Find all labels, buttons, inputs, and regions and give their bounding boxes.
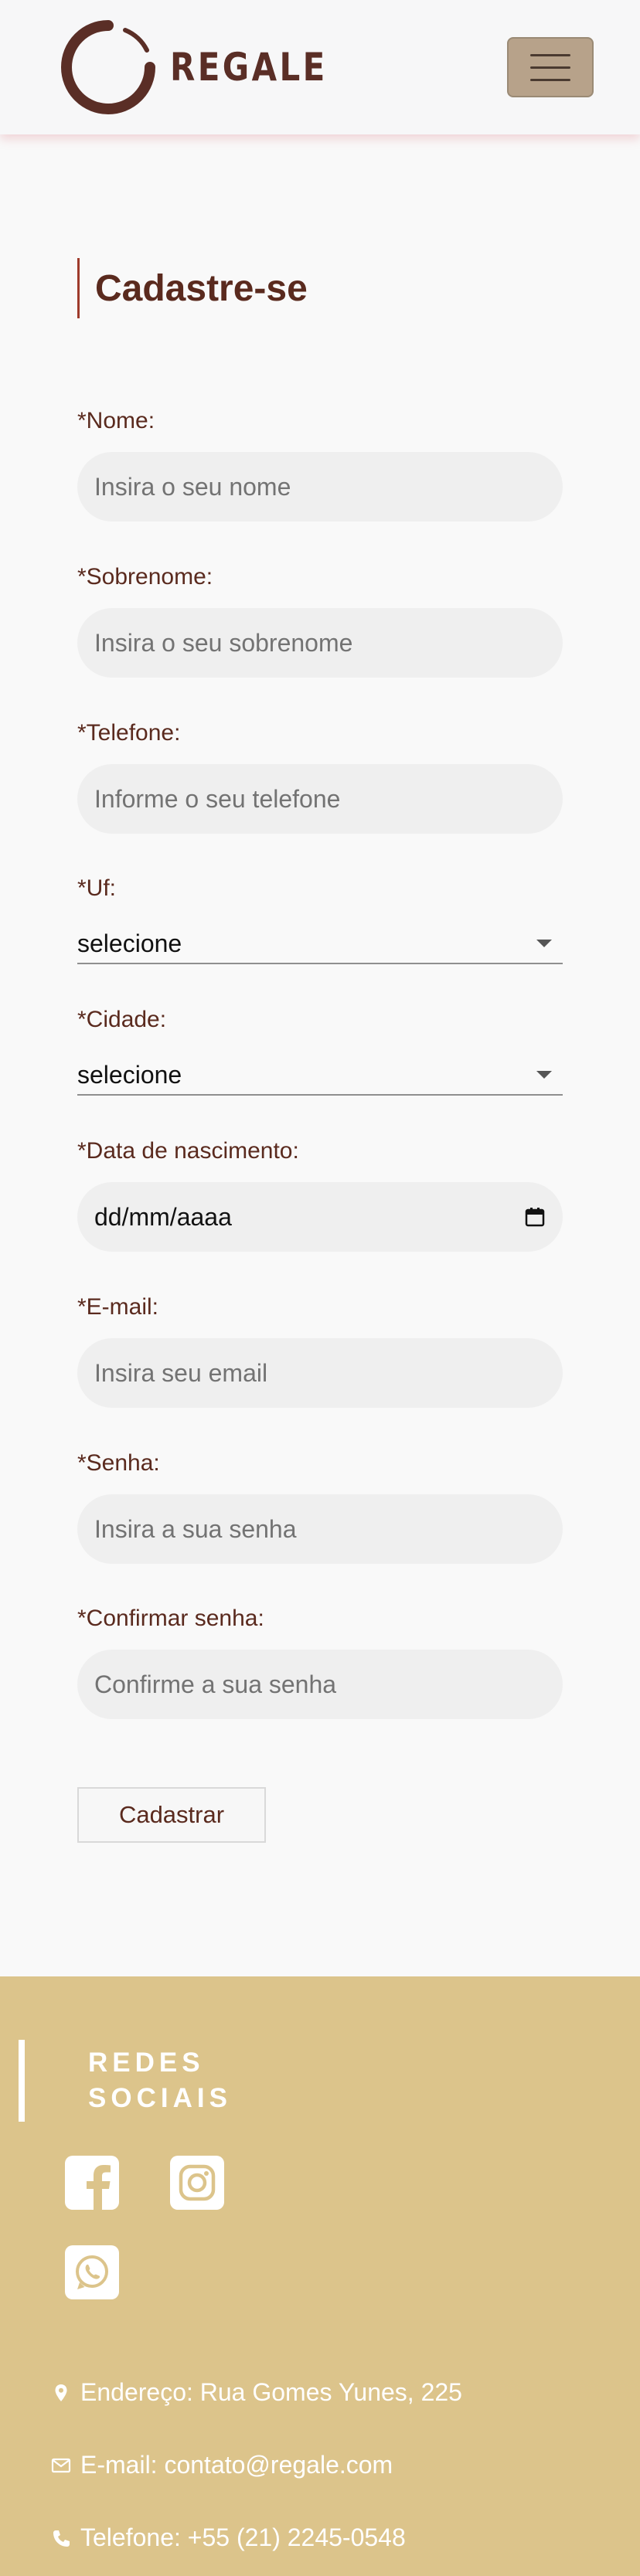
site-footer: REDES SOCIAIS Endereço: Rua Gomes Yunes,… [0,1976,640,2576]
regale-logo-icon [61,20,155,114]
chevron-down-icon [536,940,552,947]
phone-icon [53,2530,70,2547]
chevron-down-icon [536,1071,552,1079]
uf-select-value: selecione [77,929,182,957]
cidade-select-value: selecione [77,1060,182,1089]
whatsapp-icon [65,2245,119,2299]
cidade-label: *Cidade: [77,1007,167,1032]
hamburger-menu-icon [530,53,570,56]
whatsapp-link[interactable] [65,2245,119,2299]
nascimento-date-value: dd/mm/aaaa [94,1202,232,1231]
social-title-block: REDES SOCIAIS [19,2040,266,2122]
uf-select[interactable]: selecione [77,924,563,964]
nome-label: *Nome: [77,408,155,433]
confirmar-senha-label: *Confirmar senha: [77,1606,264,1631]
telefone-label: *Telefone: [77,720,181,746]
email-label: *E-mail: [77,1294,159,1320]
facebook-link[interactable] [65,2156,119,2210]
telefone-input[interactable] [77,764,563,834]
hamburger-menu-icon [530,78,570,81]
cidade-select[interactable]: selecione [77,1055,563,1096]
instagram-link[interactable] [170,2156,224,2210]
phone-text: Telefone: +55 (21) 2245-0548 [80,2523,406,2551]
hamburger-menu-icon [530,66,570,69]
sobrenome-input[interactable] [77,608,563,678]
nascimento-date-input[interactable]: dd/mm/aaaa [77,1182,563,1252]
contact-address: Endereço: Rua Gomes Yunes, 225 [51,2378,462,2407]
senha-input[interactable] [77,1494,563,1564]
nome-input[interactable] [77,452,563,522]
facebook-icon [65,2156,119,2210]
page-title-block: Cadastre-se [77,258,308,318]
cadastrar-button[interactable]: Cadastrar [77,1787,266,1843]
site-header: REGALE [0,0,640,134]
address-text: Endereço: Rua Gomes Yunes, 225 [80,2378,462,2406]
confirmar-senha-input[interactable] [77,1650,563,1719]
page-title: Cadastre-se [95,267,308,309]
email-text: E-mail: contato@regale.com [80,2451,393,2479]
uf-label: *Uf: [77,875,117,901]
contact-email[interactable]: E-mail: contato@regale.com [51,2451,393,2479]
calendar-icon[interactable] [524,1206,546,1228]
brand[interactable]: REGALE [60,19,357,116]
menu-toggle-button[interactable] [507,37,594,97]
sobrenome-label: *Sobrenome: [77,564,213,590]
social-title: REDES SOCIAIS [88,2048,232,2113]
instagram-icon [170,2156,224,2210]
email-input[interactable] [77,1338,563,1408]
senha-label: *Senha: [77,1450,160,1476]
location-pin-icon [55,2384,67,2401]
mail-icon [51,2458,71,2472]
contact-phone[interactable]: Telefone: +55 (21) 2245-0548 [51,2523,406,2552]
nascimento-label: *Data de nascimento: [77,1138,299,1164]
brand-name: REGALE [170,45,328,90]
